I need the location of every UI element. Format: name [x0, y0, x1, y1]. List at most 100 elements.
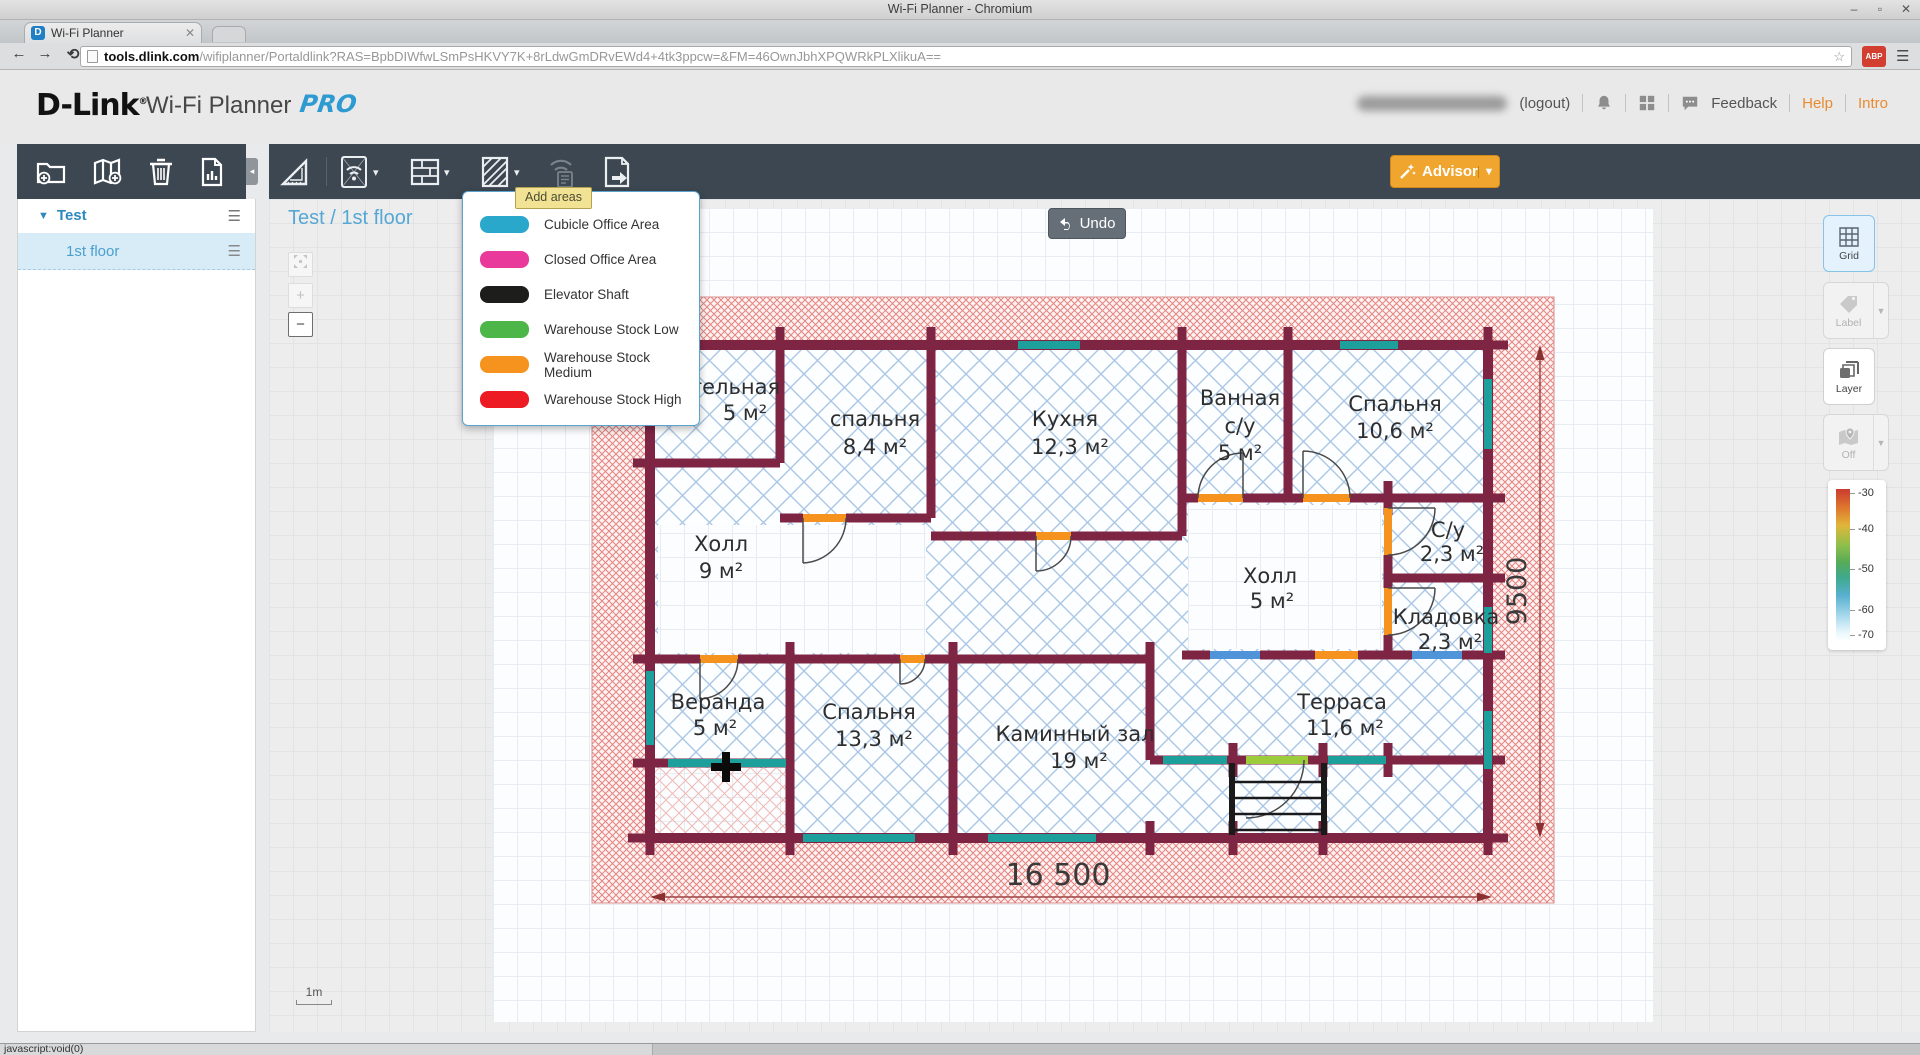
magic-wand-icon — [1399, 163, 1416, 180]
url-path: /wifiplanner/Portaldlink?RAS=BpbDIWfwLSm… — [199, 49, 941, 64]
minimize-icon[interactable]: – — [1846, 2, 1862, 16]
area-menu-label: Warehouse Stock Medium — [544, 350, 699, 380]
adblock-icon[interactable]: ABP — [1862, 46, 1886, 67]
room-label: Терраса — [1296, 690, 1387, 714]
logout-link[interactable]: (logout) — [1519, 95, 1570, 112]
zoom-in-button[interactable]: + — [288, 283, 313, 308]
project-tree-panel: ▼ Test ☰ 1st floor ☰ — [17, 199, 256, 1032]
map-pin-icon — [1837, 425, 1861, 447]
breadcrumb: Test / 1st floor — [288, 207, 413, 230]
label-caret-icon: ▼ — [1873, 283, 1888, 338]
screen: Wi-Fi Planner - Chromium – ▫ ✕ D Wi-Fi P… — [0, 0, 1920, 1055]
area-color-swatch — [480, 216, 529, 233]
off-caret-icon: ▼ — [1873, 415, 1888, 470]
project-name: Test — [57, 207, 87, 224]
feedback-link[interactable]: Feedback — [1711, 95, 1777, 112]
room-area: 10,6 м² — [1356, 419, 1434, 443]
window-titlebar: Wi-Fi Planner - Chromium – ▫ ✕ — [0, 0, 1920, 20]
area-menu-label: Elevator Shaft — [544, 287, 629, 302]
room-label: С/у — [1431, 518, 1465, 542]
url-host: tools.dlink.com — [104, 49, 199, 64]
browser-menu-icon[interactable]: ☰ — [1896, 47, 1909, 65]
zoom-out-button[interactable]: − — [288, 312, 313, 337]
maximize-icon[interactable]: ▫ — [1872, 2, 1888, 16]
add-areas-icon[interactable] — [477, 154, 513, 190]
dlink-logo: D-Link® — [36, 88, 147, 123]
new-tab-button[interactable] — [212, 26, 246, 42]
add-walls-icon[interactable] — [407, 154, 443, 190]
grid-toggle-button[interactable]: Grid — [1823, 215, 1875, 272]
room-area: 5 м² — [693, 716, 737, 740]
room-area: 8,4 м² — [843, 435, 907, 459]
room-area: 13,3 м² — [835, 727, 913, 751]
area-menu-item[interactable]: Warehouse Stock Low — [463, 312, 699, 347]
room-area: 5 м² — [723, 401, 767, 425]
floor-name: 1st floor — [66, 243, 119, 260]
door-green — [1246, 756, 1308, 764]
room-label: Спальня — [822, 700, 915, 724]
undo-button[interactable]: Undo — [1048, 208, 1126, 239]
area-menu-item[interactable]: Elevator Shaft — [463, 277, 699, 312]
area-menu-item[interactable]: Closed Office Area — [463, 242, 699, 277]
plan-height-dimension: 9500 — [1502, 557, 1533, 626]
app-header: D-Link® Wi-Fi Planner PRO (logout) Feedb… — [0, 70, 1920, 144]
export-document-icon[interactable] — [599, 154, 635, 190]
report-document-icon[interactable] — [199, 157, 225, 187]
room-label: Кухня — [1032, 407, 1098, 431]
access-point-caret-icon[interactable]: ▾ — [373, 166, 379, 179]
area-menu-item[interactable]: Warehouse Stock High — [463, 382, 699, 417]
area-color-swatch — [480, 321, 529, 338]
add-areas-dropdown: Cubicle Office Area Closed Office Area E… — [462, 191, 700, 426]
room-label: Веранда — [671, 690, 766, 714]
feedback-bubble-icon[interactable] — [1681, 94, 1699, 112]
coverage-report-icon — [543, 154, 579, 190]
close-icon[interactable]: ✕ — [1898, 2, 1914, 16]
area-menu-item[interactable]: Warehouse Stock Medium — [463, 347, 699, 382]
area-menu-label: Warehouse Stock High — [544, 392, 682, 407]
help-link[interactable]: Help — [1802, 95, 1833, 112]
new-project-icon[interactable] — [35, 157, 67, 187]
room-label: Спальня — [1348, 392, 1441, 416]
status-text: javascript:void(0) — [0, 1044, 653, 1055]
area-menu-item[interactable]: Cubicle Office Area — [463, 207, 699, 242]
legend-tick-label: -50 — [1858, 563, 1874, 575]
favicon: D — [31, 26, 45, 40]
tag-icon — [1837, 293, 1861, 315]
floor-row-selected[interactable]: 1st floor ☰ — [18, 233, 255, 270]
advisor-button[interactable]: Advisor ▼ — [1390, 155, 1500, 188]
bookmark-star-icon[interactable]: ☆ — [1833, 49, 1845, 65]
room-label: Кладовка — [1393, 605, 1500, 629]
layer-button[interactable]: Layer — [1823, 348, 1875, 405]
sidebar-collapse-icon[interactable]: ◂ — [246, 158, 258, 185]
status-bar: javascript:void(0) — [0, 1043, 1920, 1055]
layers-icon — [1837, 359, 1861, 381]
label-toggle-button: Label ▼ — [1823, 282, 1889, 339]
delete-trash-icon[interactable] — [147, 157, 175, 187]
tree-expand-caret-icon[interactable]: ▼ — [38, 210, 49, 222]
app-title: Wi-Fi Planner — [146, 92, 291, 120]
forward-icon[interactable]: → — [34, 45, 56, 62]
tab-bar: D Wi-Fi Planner ✕ — [0, 20, 1920, 43]
project-row[interactable]: ▼ Test ☰ — [18, 199, 255, 232]
apps-grid-icon[interactable] — [1638, 94, 1656, 112]
advisor-caret-icon[interactable]: ▼ — [1478, 166, 1499, 178]
area-color-swatch — [480, 251, 529, 268]
walls-caret-icon[interactable]: ▾ — [444, 166, 450, 179]
back-icon[interactable]: ← — [8, 45, 30, 62]
bell-icon[interactable] — [1595, 94, 1613, 112]
legend-tick-label: -70 — [1858, 629, 1874, 641]
browser-tab[interactable]: D Wi-Fi Planner ✕ — [24, 22, 202, 43]
url-bar: ← → ⟲ tools.dlink.com/wifiplanner/Portal… — [0, 43, 1920, 70]
legend-tick-label: -40 — [1858, 523, 1874, 535]
project-menu-icon[interactable]: ☰ — [228, 207, 241, 225]
areas-caret-icon[interactable]: ▾ — [514, 166, 520, 179]
floor-plan: тельная 5 м² спальня 8,4 м² Кухня 12,3 м… — [588, 293, 1558, 908]
add-access-point-icon[interactable] — [336, 154, 372, 190]
tab-close-icon[interactable]: ✕ — [185, 26, 195, 40]
address-input[interactable]: tools.dlink.com/wifiplanner/Portaldlink?… — [80, 46, 1852, 67]
add-floor-map-icon[interactable] — [91, 157, 123, 187]
floor-menu-icon[interactable]: ☰ — [228, 242, 241, 260]
set-square-icon[interactable] — [276, 154, 312, 190]
room-label: Ванная — [1200, 386, 1280, 410]
intro-link[interactable]: Intro — [1858, 95, 1888, 112]
